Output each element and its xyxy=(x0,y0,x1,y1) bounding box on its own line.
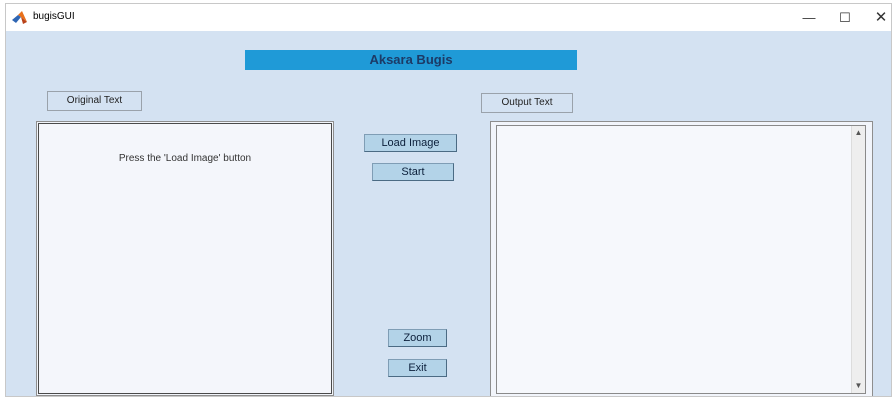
image-display-area: Press the 'Load Image' button xyxy=(38,123,332,394)
start-button[interactable]: Start xyxy=(372,163,454,181)
output-text-label: Output Text xyxy=(481,93,573,113)
scroll-down-icon[interactable]: ▼ xyxy=(852,379,865,393)
minimize-button[interactable]: — xyxy=(792,4,826,31)
load-image-hint: Press the 'Load Image' button xyxy=(118,153,252,164)
load-image-button[interactable]: Load Image xyxy=(364,134,457,152)
output-text-panel: ▲ ▼ xyxy=(490,121,873,396)
exit-button[interactable]: Exit xyxy=(388,359,447,377)
scroll-up-icon[interactable]: ▲ xyxy=(852,126,865,140)
close-button[interactable]: ✕ xyxy=(864,4,891,31)
window-title: bugisGUI xyxy=(33,11,75,22)
original-text-panel: Press the 'Load Image' button xyxy=(36,121,334,396)
output-textarea[interactable]: ▲ ▼ xyxy=(496,125,866,394)
matlab-icon xyxy=(12,11,27,24)
page-title: Aksara Bugis xyxy=(245,50,577,70)
original-text-label: Original Text xyxy=(47,91,142,111)
zoom-button[interactable]: Zoom xyxy=(388,329,447,347)
title-bar[interactable]: bugisGUI — ☐ ✕ xyxy=(6,4,891,31)
maximize-button[interactable]: ☐ xyxy=(828,4,862,31)
app-window: bugisGUI — ☐ ✕ Aksara Bugis Original Tex… xyxy=(5,3,892,397)
output-scrollbar[interactable]: ▲ ▼ xyxy=(851,126,865,393)
